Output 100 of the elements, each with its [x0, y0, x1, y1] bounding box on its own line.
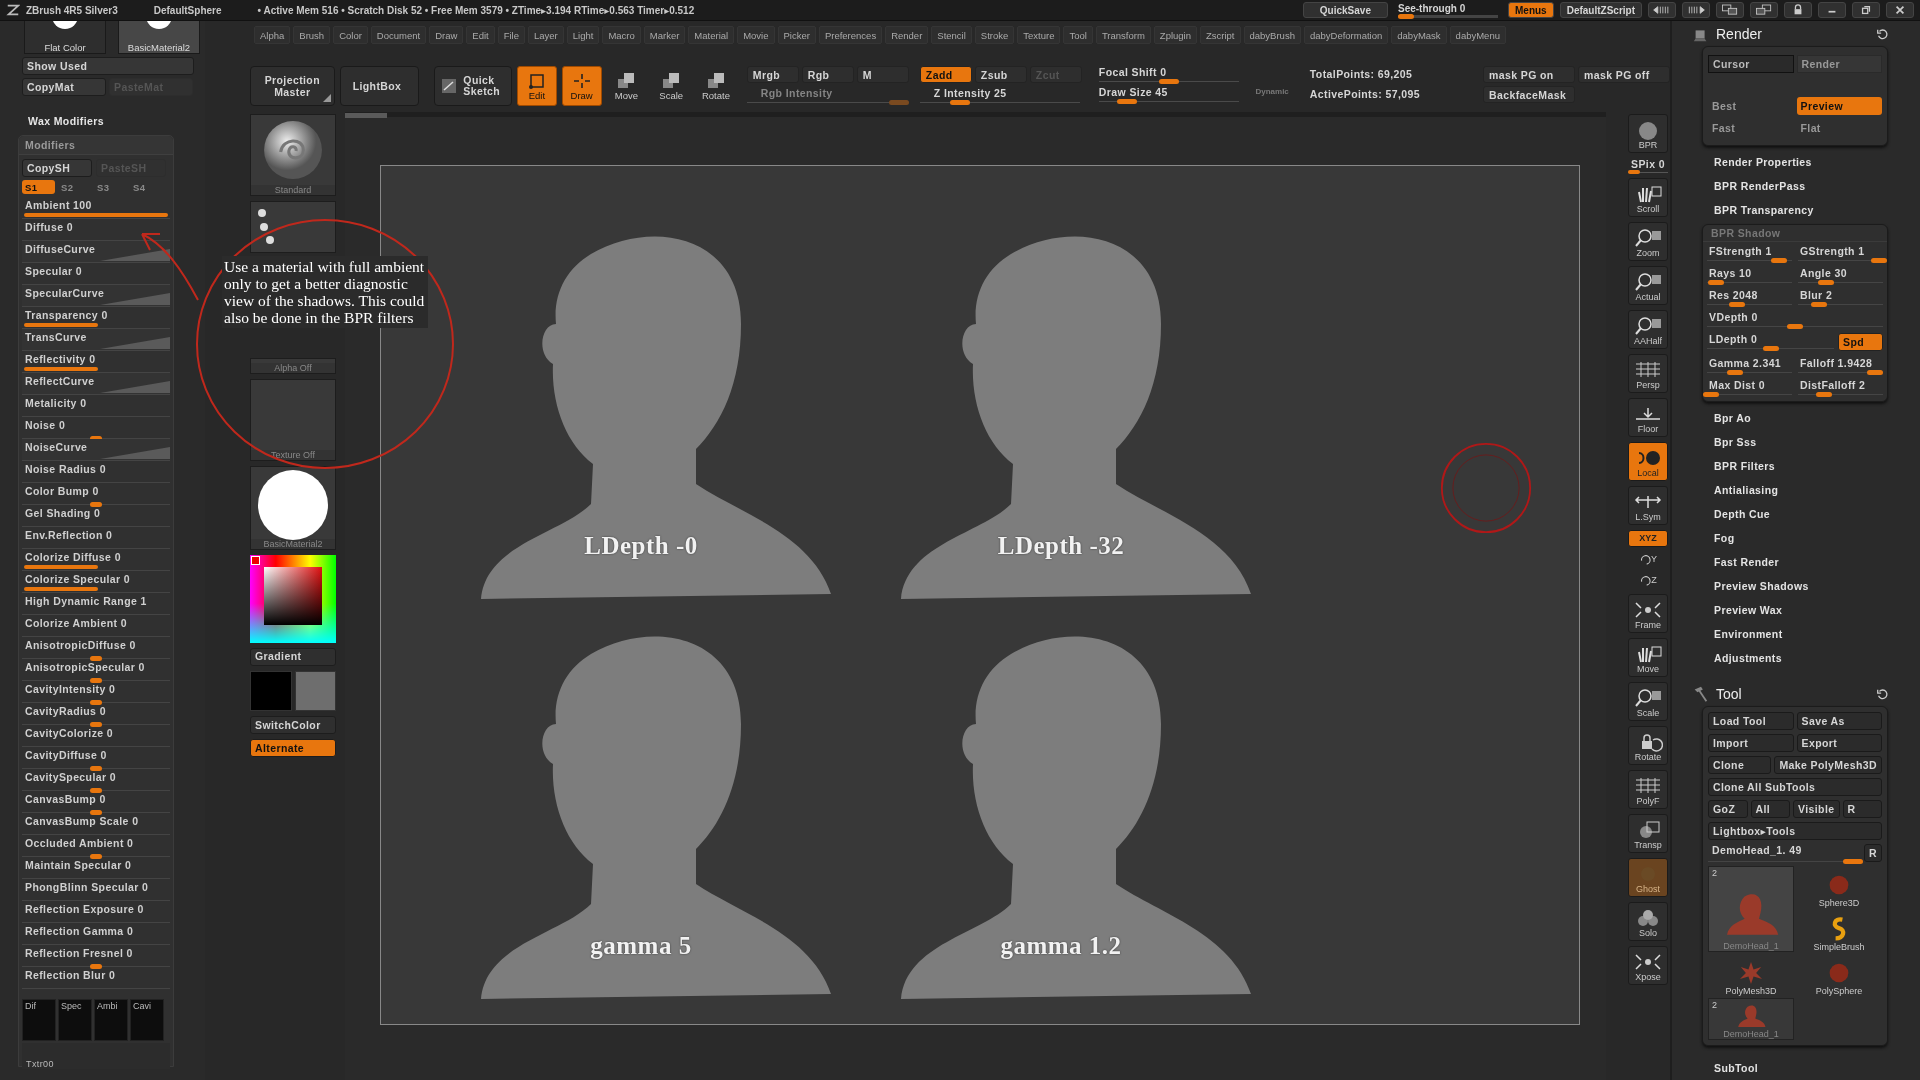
- subpalette-header[interactable]: Preview Shadows: [1702, 574, 1888, 598]
- tool-thumbnail[interactable]: PolyMesh3D: [1708, 954, 1794, 996]
- slider-thumb[interactable]: [1158, 79, 1179, 84]
- shader-tab[interactable]: S4: [130, 180, 163, 194]
- menu-item[interactable]: Brush: [293, 26, 331, 44]
- menu-item[interactable]: Material: [688, 26, 735, 44]
- slider-thumb[interactable]: [949, 100, 970, 105]
- view-button[interactable]: Floor: [1628, 398, 1668, 437]
- material-thumbnail[interactable]: BasicMaterial2: [250, 466, 336, 550]
- tool-thumbnail[interactable]: 2 DemoHead_1: [1708, 866, 1794, 952]
- tool-button[interactable]: Load Tool: [1708, 712, 1794, 730]
- subpalette-header[interactable]: Environment: [1702, 622, 1888, 646]
- modifier-slider[interactable]: Occluded Ambient 0: [22, 835, 170, 857]
- alpha-thumbnail[interactable]: Alpha Off: [250, 358, 336, 374]
- subpalette-header[interactable]: Depth Cue: [1702, 502, 1888, 526]
- palette-title[interactable]: Render: [1716, 26, 1870, 42]
- modifier-label[interactable]: High Dynamic Range 1: [22, 593, 170, 615]
- layout-icon[interactable]: [1750, 2, 1778, 18]
- mode-button[interactable]: Draw: [561, 66, 602, 106]
- modifier-slider[interactable]: Reflection Fresnel 0: [22, 945, 170, 967]
- subpalette-header[interactable]: SubTool: [1702, 1056, 1888, 1080]
- switch-color-button[interactable]: SwitchColor: [250, 716, 336, 734]
- menu-item[interactable]: Document: [370, 26, 427, 44]
- projection-master-button[interactable]: Projection Master: [250, 66, 335, 106]
- subpalette-header[interactable]: BPR Transparency: [1702, 198, 1888, 222]
- mode-button[interactable]: Edit: [516, 66, 557, 106]
- shader-tab[interactable]: S3: [94, 180, 127, 194]
- shadow-slider[interactable]: Rays 10: [1707, 267, 1792, 283]
- spix-slider[interactable]: SPix 0: [1628, 158, 1668, 173]
- menu-item[interactable]: Movie: [737, 26, 775, 44]
- slider-thumb[interactable]: [1843, 859, 1864, 864]
- menu-item[interactable]: dabyBrush: [1243, 26, 1301, 44]
- subpalette-header[interactable]: Bpr Sss: [1702, 430, 1888, 454]
- subtool-slider[interactable]: DemoHead_1. 49: [1708, 844, 1861, 862]
- material-button[interactable]: Show Used: [22, 57, 194, 75]
- menu-item[interactable]: File: [497, 26, 525, 44]
- scroll-right-icon[interactable]: [1682, 2, 1710, 18]
- modifier-slider[interactable]: AnisotropicSpecular 0: [22, 659, 170, 681]
- slider-thumb[interactable]: [1771, 258, 1788, 263]
- slider-thumb[interactable]: [1703, 392, 1720, 397]
- quality-option[interactable]: Fast: [1708, 119, 1794, 137]
- sculpt-mode-button[interactable]: Zadd: [919, 66, 972, 83]
- shadow-slider[interactable]: Gamma 2.341: [1707, 357, 1792, 373]
- mode-button[interactable]: Scale: [651, 66, 692, 106]
- speed-button[interactable]: Spd: [1838, 333, 1883, 351]
- view-button[interactable]: Frame: [1628, 594, 1668, 633]
- view-button[interactable]: Actual: [1628, 266, 1668, 305]
- modifier-label[interactable]: CavityColorize 0: [22, 725, 170, 747]
- subpalette-header[interactable]: BPR RenderPass: [1702, 174, 1888, 198]
- view-button[interactable]: AAHalf: [1628, 310, 1668, 349]
- shadow-slider[interactable]: LDepth 0: [1707, 333, 1834, 349]
- scroll-left-icon[interactable]: [1648, 2, 1676, 18]
- subpalette-header[interactable]: Fast Render: [1702, 550, 1888, 574]
- view-button[interactable]: Scale: [1628, 682, 1668, 721]
- subpalette-header[interactable]: Adjustments: [1702, 646, 1888, 670]
- modifier-label[interactable]: Noise Radius 0: [22, 461, 170, 483]
- gradient-label[interactable]: Gradient: [250, 648, 336, 666]
- slider-thumb[interactable]: [1818, 280, 1835, 285]
- modifier-label[interactable]: CanvasBump Scale 0: [22, 813, 170, 835]
- draw-size-slider[interactable]: Draw Size 45: [1098, 86, 1239, 102]
- slider-thumb[interactable]: [1727, 370, 1744, 375]
- material-thumbnail[interactable]: BasicMaterial2: [118, 21, 200, 54]
- view-button[interactable]: BPR: [1628, 114, 1668, 153]
- slider-thumb[interactable]: [90, 722, 102, 727]
- slider-thumb[interactable]: [90, 766, 102, 771]
- menu-item[interactable]: dabyMenu: [1449, 26, 1506, 44]
- menu-item[interactable]: Stroke: [974, 26, 1015, 44]
- view-button[interactable]: L.Sym: [1628, 486, 1668, 525]
- menu-item[interactable]: Tool: [1063, 26, 1093, 44]
- tool-button[interactable]: Clone: [1708, 756, 1772, 774]
- modifier-label[interactable]: Env.Reflection 0: [22, 527, 170, 549]
- view-button[interactable]: Solo: [1628, 902, 1668, 941]
- menu-item[interactable]: Picker: [777, 26, 816, 44]
- modifier-label[interactable]: Colorize Ambient 0: [22, 615, 170, 637]
- tool-button[interactable]: Clone All SubTools: [1708, 778, 1882, 796]
- brush-thumbnail[interactable]: Standard: [250, 114, 336, 196]
- view-button[interactable]: Z: [1628, 573, 1668, 589]
- canvas-scroll-handle[interactable]: [345, 113, 387, 118]
- menu-item[interactable]: Texture: [1017, 26, 1061, 44]
- section-title[interactable]: Wax Modifiers: [28, 115, 205, 127]
- slider-thumb[interactable]: [1811, 302, 1828, 307]
- slider-thumb[interactable]: [90, 700, 102, 705]
- modifier-slider[interactable]: CavityIntensity 0: [22, 681, 170, 703]
- reset-icon[interactable]: [1876, 688, 1888, 700]
- saturation-square[interactable]: [264, 567, 322, 625]
- quality-option[interactable]: Preview: [1796, 97, 1882, 115]
- tool-button[interactable]: R: [1864, 844, 1882, 862]
- mode-button[interactable]: Move: [606, 66, 647, 106]
- modifier-label[interactable]: Reflection Exposure 0: [22, 901, 170, 923]
- view-button[interactable]: PolyF: [1628, 770, 1668, 809]
- slider-thumb[interactable]: [90, 788, 102, 793]
- mask-button[interactable]: BackfaceMask: [1482, 86, 1575, 103]
- mask-button[interactable]: mask PG off: [1577, 66, 1670, 83]
- color-mode-button[interactable]: Rgb: [801, 66, 854, 83]
- shadow-slider[interactable]: Angle 30: [1798, 267, 1883, 283]
- copy-button[interactable]: CopySH: [22, 159, 92, 177]
- tool-button[interactable]: GoZ: [1708, 800, 1748, 818]
- restore-icon[interactable]: [1852, 2, 1880, 18]
- slider-thumb[interactable]: [1787, 324, 1803, 329]
- view-button[interactable]: Xpose: [1628, 946, 1668, 985]
